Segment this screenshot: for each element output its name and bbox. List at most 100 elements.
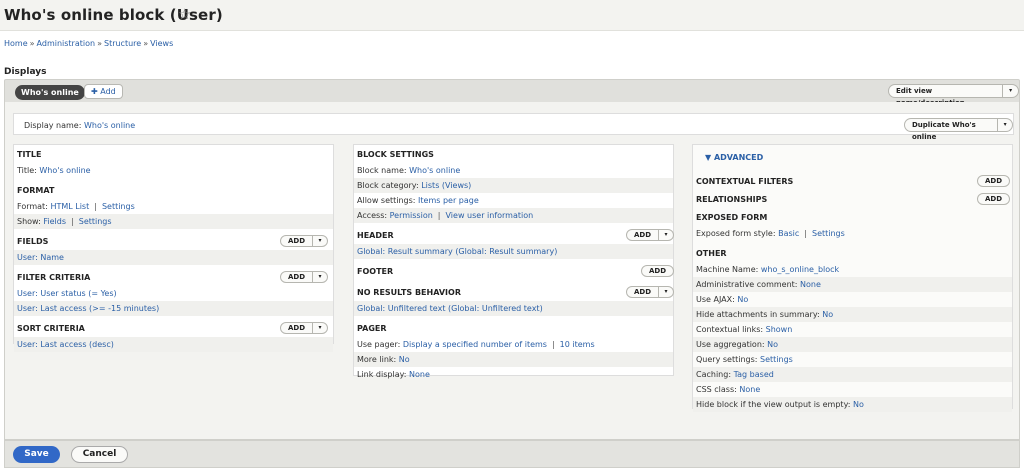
list-item: User: User status (= Yes) bbox=[14, 286, 333, 301]
sort-add-dropbutton: Add ▾ bbox=[280, 322, 329, 334]
filter-user-status-link[interactable]: User: User status (= Yes) bbox=[17, 289, 117, 298]
chevron-down-icon[interactable]: ▾ bbox=[659, 287, 673, 297]
cancel-button[interactable]: Cancel bbox=[71, 446, 128, 463]
exposed-form-style-row: Exposed form style: Basic | Settings bbox=[696, 229, 845, 238]
tab-whos-online[interactable]: Who's online bbox=[15, 85, 85, 100]
hide-block-link[interactable]: No bbox=[853, 400, 864, 409]
display-name-link[interactable]: Who's online bbox=[84, 121, 135, 130]
more-link-link[interactable]: No bbox=[399, 355, 410, 364]
admin-comment-link[interactable]: None bbox=[800, 280, 821, 289]
link-display-row: Link display: None bbox=[354, 367, 673, 382]
display-name: Display name: Who's online bbox=[24, 121, 135, 130]
allow-settings-link[interactable]: Items per page bbox=[418, 196, 479, 205]
access-link[interactable]: Permission bbox=[390, 211, 433, 220]
contextual-filters-add-button[interactable]: Add bbox=[977, 175, 1011, 187]
use-aggregation-row: Use aggregation: No bbox=[693, 337, 1012, 352]
exposed-form-style-link[interactable]: Basic bbox=[778, 229, 799, 238]
edit-view-button[interactable]: Edit view name/description bbox=[889, 85, 1004, 107]
no-results-section-heading: NO RESULTS BEHAVIOR Add ▾ bbox=[354, 283, 675, 301]
block-name-link[interactable]: Who's online bbox=[409, 166, 460, 175]
machine-name-link[interactable]: who_s_online_block bbox=[761, 265, 839, 274]
breadcrumb-separator: » bbox=[29, 39, 35, 48]
breadcrumb-views[interactable]: Views bbox=[150, 39, 173, 48]
field-user-name-link[interactable]: User: Name bbox=[17, 253, 64, 262]
format-link[interactable]: HTML List bbox=[50, 202, 89, 211]
hide-attachments-link[interactable]: No bbox=[822, 310, 833, 319]
chevron-down-icon[interactable]: ▾ bbox=[998, 119, 1012, 131]
access-permission-link[interactable]: View user information bbox=[446, 211, 534, 220]
use-ajax-label: Use AJAX: bbox=[696, 295, 735, 304]
save-button[interactable]: Save bbox=[13, 446, 60, 463]
relationships-add-button[interactable]: Add bbox=[977, 193, 1011, 205]
filter-add-dropbutton: Add ▾ bbox=[280, 271, 329, 283]
use-pager-row: Use pager: Display a specified number of… bbox=[357, 340, 595, 349]
header-add-button[interactable]: Add bbox=[627, 230, 660, 240]
list-item: User: Name bbox=[14, 250, 333, 265]
chevron-down-icon[interactable]: ▾ bbox=[313, 236, 327, 246]
sort-last-access-link[interactable]: User: Last access (desc) bbox=[17, 340, 114, 349]
fields-add-button[interactable]: Add bbox=[281, 236, 314, 246]
contextual-filters-heading-text: CONTEXTUAL FILTERS bbox=[696, 177, 794, 186]
query-settings-label: Query settings: bbox=[696, 355, 758, 364]
filter-add-button[interactable]: Add bbox=[281, 272, 314, 282]
display-panel: Display name: Who's online Duplicate Who… bbox=[4, 102, 1020, 440]
breadcrumb-structure[interactable]: Structure bbox=[104, 39, 141, 48]
machine-name-label: Machine Name: bbox=[696, 265, 759, 274]
breadcrumb-separator: » bbox=[143, 39, 149, 48]
show-row: Show: Fields | Settings bbox=[14, 214, 333, 229]
relationships-heading-text: RELATIONSHIPS bbox=[696, 195, 768, 204]
use-ajax-link[interactable]: No bbox=[737, 295, 748, 304]
show-link[interactable]: Fields bbox=[43, 217, 66, 226]
add-display-label: Add bbox=[100, 87, 116, 96]
contextual-links-link[interactable]: Shown bbox=[766, 325, 793, 334]
chevron-down-icon[interactable]: ▾ bbox=[1003, 85, 1018, 97]
contextual-filters-heading: CONTEXTUAL FILTERS Add bbox=[693, 172, 1012, 190]
use-ajax-row: Use AJAX: No bbox=[693, 292, 1012, 307]
chevron-down-icon[interactable]: ▾ bbox=[659, 230, 673, 240]
sort-add-button[interactable]: Add bbox=[281, 323, 314, 333]
no-results-unfiltered-text-link[interactable]: Global: Unfiltered text (Global: Unfilte… bbox=[357, 304, 543, 313]
allow-settings-row: Allow settings: Items per page bbox=[354, 193, 673, 208]
star-icon[interactable]: ☆ bbox=[178, 5, 191, 23]
caching-link[interactable]: Tag based bbox=[734, 370, 774, 379]
duplicate-display-button[interactable]: Duplicate Who's online bbox=[905, 119, 999, 141]
block-settings-heading: BLOCK SETTINGS bbox=[357, 150, 434, 159]
fields-heading-text: FIELDS bbox=[17, 237, 49, 246]
breadcrumb-administration[interactable]: Administration bbox=[37, 39, 96, 48]
advanced-toggle[interactable]: ▼ ADVANCED bbox=[705, 153, 763, 162]
machine-name-row: Machine Name: who_s_online_block bbox=[693, 262, 1012, 277]
format-settings-link[interactable]: Settings bbox=[102, 202, 135, 211]
display-name-label: Display name: bbox=[24, 121, 82, 130]
add-display-button[interactable]: ✚ Add bbox=[84, 84, 123, 99]
title-label: Title: bbox=[17, 166, 37, 175]
title-row: Title: Who's online bbox=[14, 163, 333, 178]
items-per-page-link[interactable]: 10 items bbox=[560, 340, 595, 349]
block-category-link[interactable]: Lists (Views) bbox=[421, 181, 471, 190]
filter-last-access-link[interactable]: User: Last access (>= -15 minutes) bbox=[17, 304, 159, 313]
hide-block-row: Hide block if the view output is empty: … bbox=[693, 397, 1012, 412]
more-link-row: More link: No bbox=[354, 352, 673, 367]
chevron-down-icon[interactable]: ▾ bbox=[313, 272, 327, 282]
contextual-links-label: Contextual links: bbox=[696, 325, 764, 334]
use-aggregation-link[interactable]: No bbox=[767, 340, 778, 349]
no-results-add-button[interactable]: Add bbox=[627, 287, 660, 297]
query-settings-link[interactable]: Settings bbox=[760, 355, 793, 364]
breadcrumb-home[interactable]: Home bbox=[4, 39, 28, 48]
show-settings-link[interactable]: Settings bbox=[79, 217, 112, 226]
chevron-down-icon[interactable]: ▾ bbox=[313, 323, 327, 333]
filter-heading-text: FILTER CRITERIA bbox=[17, 273, 91, 282]
list-item: Global: Unfiltered text (Global: Unfilte… bbox=[354, 301, 673, 316]
footer-add-button[interactable]: Add bbox=[641, 265, 675, 277]
link-display-link[interactable]: None bbox=[409, 370, 430, 379]
relationships-heading: RELATIONSHIPS Add bbox=[693, 190, 1012, 208]
block-category-row: Block category: Lists (Views) bbox=[354, 178, 673, 193]
title-link[interactable]: Who's online bbox=[39, 166, 90, 175]
breadcrumb-separator: » bbox=[97, 39, 102, 48]
contextual-links-row: Contextual links: Shown bbox=[693, 322, 1012, 337]
hide-attachments-label: Hide attachments in summary: bbox=[696, 310, 820, 319]
use-pager-link[interactable]: Display a specified number of items bbox=[403, 340, 547, 349]
header-result-summary-link[interactable]: Global: Result summary (Global: Result s… bbox=[357, 247, 557, 256]
exposed-form-settings-link[interactable]: Settings bbox=[812, 229, 845, 238]
exposed-form-style-label: Exposed form style: bbox=[696, 229, 776, 238]
css-class-link[interactable]: None bbox=[739, 385, 760, 394]
